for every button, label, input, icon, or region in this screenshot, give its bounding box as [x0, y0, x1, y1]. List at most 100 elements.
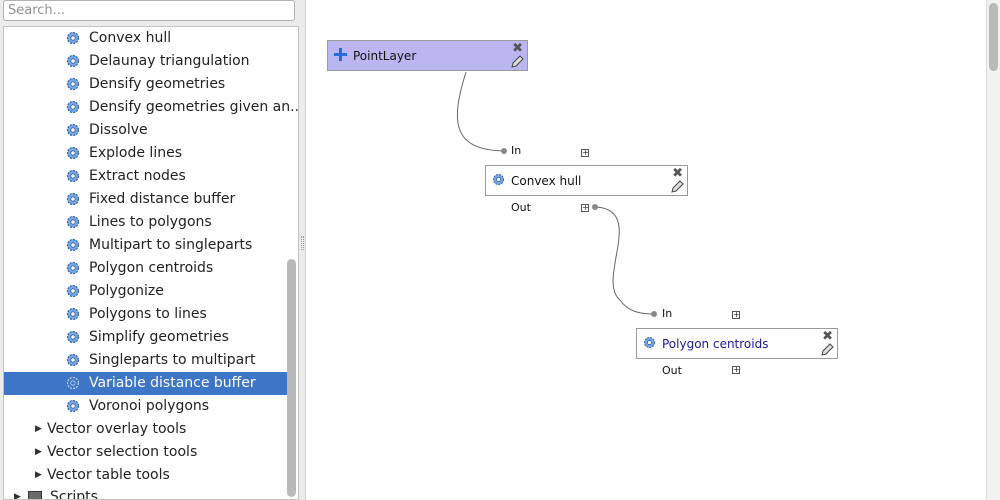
tree-item-algorithm[interactable]: Polygon centroids	[4, 257, 287, 280]
gear-icon	[66, 238, 80, 252]
tree-item-label: Multipart to singleparts	[89, 237, 253, 253]
tree-item-label: Scripts	[50, 489, 98, 500]
tree-item-algorithm[interactable]: Densify geometries	[4, 73, 287, 96]
tree-item-label: Fixed distance buffer	[89, 191, 236, 207]
expand-outputs-button[interactable]: +	[581, 204, 589, 212]
tree-item-algorithm[interactable]: Singleparts to multipart	[4, 349, 287, 372]
expand-arrow-icon[interactable]: ▶	[35, 464, 42, 487]
output-port-label: Out	[511, 201, 531, 214]
tree-item-algorithm[interactable]: Variable distance buffer	[4, 372, 287, 395]
gear-icon	[66, 399, 80, 413]
gear-icon	[66, 169, 80, 183]
gear-icon	[66, 215, 80, 229]
tree-item-label: Polygons to lines	[89, 306, 207, 322]
tree-item-algorithm[interactable]: Voronoi polygons	[4, 395, 287, 418]
algorithm-node-polygon-centroids[interactable]: Polygon centroids ✖	[636, 328, 838, 359]
tree-item-label: Lines to polygons	[89, 214, 212, 230]
algorithm-node-convex-hull[interactable]: Convex hull ✖	[485, 165, 688, 196]
gear-icon	[66, 261, 80, 275]
pencil-icon[interactable]	[820, 343, 834, 357]
tree-item-label: Singleparts to multipart	[89, 352, 256, 368]
expand-arrow-icon[interactable]: ▶	[35, 418, 42, 441]
gear-icon	[66, 284, 80, 298]
connection-line	[456, 71, 505, 152]
tree-item-label: Polygon centroids	[89, 260, 214, 276]
connection-line	[595, 206, 655, 315]
expand-arrow-icon[interactable]: ▶	[14, 486, 21, 499]
splitter-grip[interactable]	[301, 236, 304, 250]
tree-item-label: Polygonize	[89, 283, 164, 299]
tree-item-group[interactable]: ▶ Vector table tools	[4, 464, 287, 487]
expand-inputs-button[interactable]: +	[732, 311, 740, 319]
tree-item-label: Vector selection tools	[47, 444, 198, 460]
tree-item-group[interactable]: ▶ Vector overlay tools	[4, 418, 287, 441]
tree-item-scripts[interactable]: ▶ Scripts	[4, 486, 287, 500]
tree-scrollbar[interactable]	[287, 259, 296, 497]
expand-inputs-button[interactable]: +	[581, 149, 589, 157]
plus-icon	[334, 48, 347, 61]
toolbox-panel: Convex hull Delaunay triangulation Densify…	[0, 0, 300, 500]
expand-outputs-button[interactable]: +	[732, 366, 740, 374]
gear-icon	[66, 376, 80, 390]
input-port-dot[interactable]	[651, 311, 657, 317]
input-port-label: In	[511, 144, 522, 157]
gear-icon	[66, 123, 80, 137]
tree-item-label: Variable distance buffer	[89, 375, 256, 391]
pencil-icon[interactable]	[670, 180, 684, 194]
output-port-dot[interactable]	[592, 204, 598, 210]
tree-item-label: Delaunay triangulation	[89, 53, 250, 69]
expand-arrow-icon[interactable]: ▶	[35, 441, 42, 464]
tree-item-algorithm[interactable]: Explode lines	[4, 142, 287, 165]
node-title: Polygon centroids	[662, 337, 769, 351]
node-title: PointLayer	[353, 49, 417, 63]
tree-item-label: Dissolve	[89, 122, 148, 138]
gear-icon	[644, 337, 655, 348]
close-icon[interactable]: ✖	[512, 42, 523, 55]
gear-icon	[66, 353, 80, 367]
pencil-icon[interactable]	[510, 55, 524, 69]
scrollbar-thumb[interactable]	[989, 3, 998, 71]
gear-icon	[66, 77, 80, 91]
node-title: Convex hull	[511, 174, 582, 188]
canvas-vertical-scrollbar[interactable]	[986, 0, 1000, 500]
tree-item-algorithm[interactable]: Densify geometries given an...	[4, 96, 298, 119]
gear-icon	[66, 100, 80, 114]
algorithm-tree[interactable]: Convex hull Delaunay triangulation Densify…	[3, 26, 299, 500]
tree-item-label: Explode lines	[89, 145, 182, 161]
tree-item-label: Densify geometries	[89, 76, 226, 92]
gear-icon	[66, 192, 80, 206]
tree-item-algorithm[interactable]: Multipart to singleparts	[4, 234, 287, 257]
close-icon[interactable]: ✖	[672, 167, 683, 180]
gear-icon	[66, 307, 80, 321]
input-port-dot[interactable]	[501, 148, 507, 154]
tree-item-label: Vector overlay tools	[47, 421, 187, 437]
search-input[interactable]	[3, 0, 295, 21]
tree-item-label: Vector table tools	[47, 467, 170, 483]
input-port-label: In	[662, 307, 673, 320]
tree-item-label: Extract nodes	[89, 168, 186, 184]
output-port-label: Out	[662, 364, 682, 377]
tree-item-label: Voronoi polygons	[89, 398, 210, 414]
tree-item-label: Simplify geometries	[89, 329, 229, 345]
gear-icon	[66, 54, 80, 68]
close-icon[interactable]: ✖	[822, 330, 833, 343]
tree-item-group[interactable]: ▶ Vector selection tools	[4, 441, 287, 464]
tree-item-algorithm[interactable]: Simplify geometries	[4, 326, 287, 349]
tree-item-algorithm[interactable]: Convex hull	[4, 27, 287, 50]
scripts-folder-icon	[28, 491, 42, 499]
tree-item-algorithm[interactable]: Polygonize	[4, 280, 287, 303]
tree-item-algorithm[interactable]: Extract nodes	[4, 165, 287, 188]
tree-item-algorithm[interactable]: Dissolve	[4, 119, 287, 142]
tree-item-algorithm[interactable]: Fixed distance buffer	[4, 188, 287, 211]
tree-item-algorithm[interactable]: Delaunay triangulation	[4, 50, 287, 73]
gear-icon	[66, 330, 80, 344]
gear-icon	[66, 31, 80, 45]
tree-item-algorithm[interactable]: Lines to polygons	[4, 211, 287, 234]
tree-item-label: Convex hull	[89, 30, 172, 46]
tree-item-algorithm[interactable]: Polygons to lines	[4, 303, 287, 326]
model-canvas[interactable]: PointLayer ✖ In + Convex hull ✖ Out + In…	[306, 0, 986, 500]
connection-lines	[456, 71, 655, 315]
gear-icon	[66, 146, 80, 160]
input-node-pointlayer[interactable]: PointLayer ✖	[327, 40, 528, 71]
tree-item-label: Densify geometries given an...	[89, 99, 299, 115]
